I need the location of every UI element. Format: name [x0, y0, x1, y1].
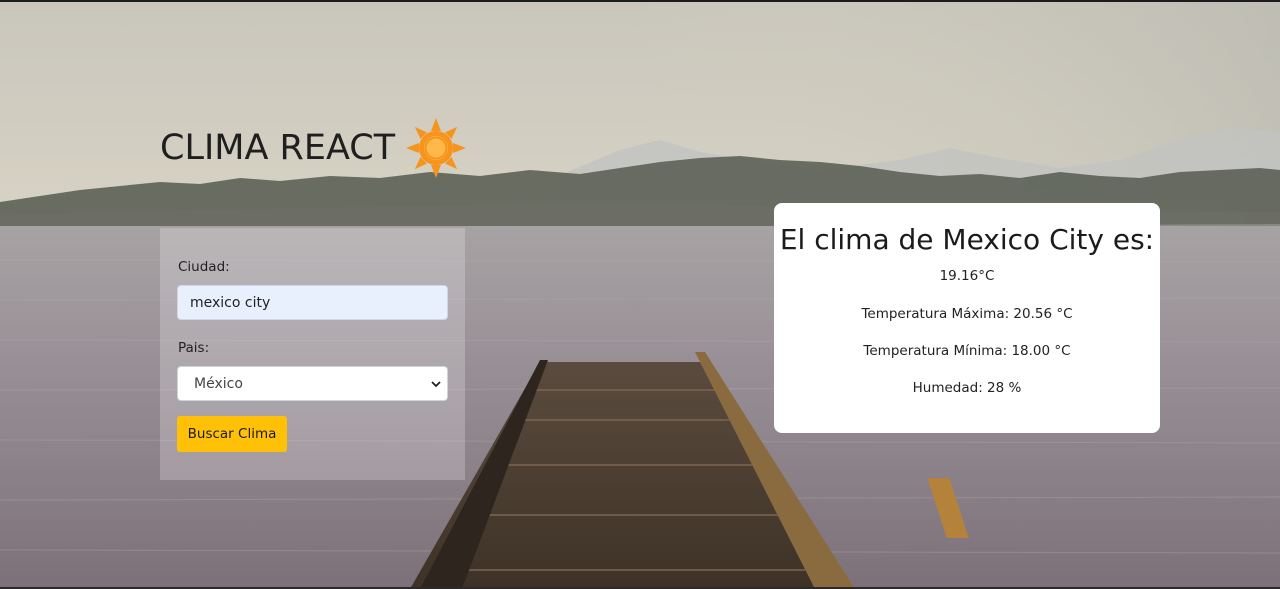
sun-icon	[406, 118, 467, 178]
city-input[interactable]	[177, 285, 448, 320]
current-temperature: 19.16°C	[939, 268, 995, 284]
country-select[interactable]: México	[177, 366, 448, 401]
page: CLIMA REACT Ciudad: Pais: México	[0, 0, 1280, 589]
search-weather-button[interactable]: Buscar Clima	[177, 416, 287, 452]
country-label: Pais:	[178, 340, 210, 356]
country-select-value: México	[194, 375, 243, 392]
city-label: Ciudad:	[178, 259, 230, 275]
app-header: CLIMA REACT	[160, 116, 467, 180]
chevron-down-icon	[431, 381, 441, 388]
result-title: El clima de Mexico City es:	[779, 223, 1155, 256]
min-temperature: Temperatura Mínima: 18.00 °C	[863, 343, 1071, 359]
max-temperature: Temperatura Máxima: 20.56 °C	[861, 306, 1073, 322]
app-title: CLIMA REACT	[160, 128, 396, 168]
window-top-border	[0, 0, 1280, 2]
weather-result-card: El clima de Mexico City es: 19.16°C Temp…	[774, 203, 1160, 433]
humidity: Humedad: 28 %	[912, 380, 1022, 396]
search-form: Ciudad: Pais: México Buscar Clima	[160, 228, 465, 480]
